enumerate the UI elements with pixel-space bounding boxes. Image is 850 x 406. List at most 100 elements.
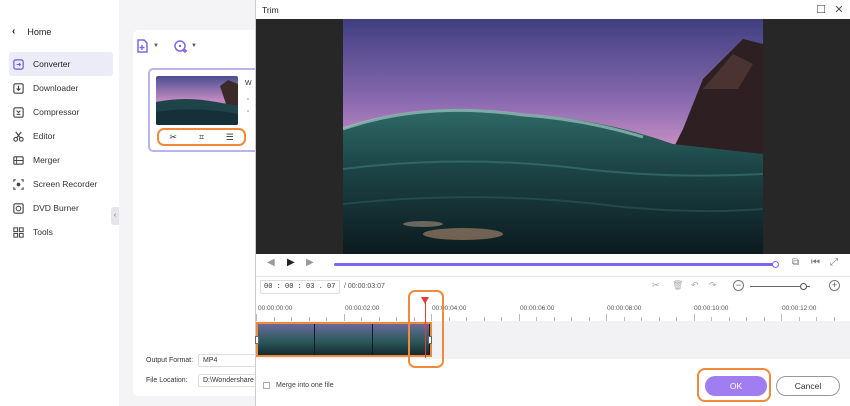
playhead-highlight — [408, 290, 444, 368]
preview-icon[interactable]: ⧉ — [792, 257, 799, 268]
undo-icon[interactable]: ↶ — [691, 280, 699, 291]
sidebar-nav: Converter Downloader Compressor Editor M… — [9, 52, 113, 244]
add-file-icon — [137, 39, 148, 53]
ruler-label: 00:00:08:00 — [607, 305, 642, 312]
merge-option[interactable]: Merge into one file — [263, 382, 334, 389]
output-format-select[interactable]: MP4 — [198, 354, 260, 367]
fullscreen-icon[interactable]: ⤢ — [830, 257, 838, 268]
load-dvd-button[interactable]: ▼ — [173, 38, 197, 54]
effects-icon[interactable]: ☰ — [223, 132, 237, 143]
file-name: W — [245, 80, 252, 87]
info-dot — [247, 98, 249, 100]
ruler-tick — [518, 314, 520, 321]
ruler-tick — [781, 314, 782, 321]
sidebar-item-label: Converter — [33, 59, 71, 69]
ruler-label: 00:00:12:00 — [782, 305, 817, 312]
file-location-field[interactable]: D:\Wondershare — [198, 374, 260, 387]
trim-start-handle[interactable] — [255, 336, 259, 344]
ruler-label: 00:00:02:00 — [345, 305, 380, 312]
next-frame-icon[interactable]: ▶ — [306, 257, 314, 268]
merge-label: Merge into one file — [276, 382, 334, 389]
file-location-label: File Location: — [146, 377, 188, 384]
wave-video-image — [343, 19, 763, 254]
sidebar: ‹ Home Converter Downloader Compressor E… — [0, 0, 119, 406]
output-format-label: Output Format: — [146, 357, 194, 364]
chevron-left-icon: ‹ — [12, 26, 16, 37]
play-icon[interactable]: ▶ — [287, 257, 295, 268]
total-duration: / 00:00:03:07 — [344, 283, 385, 290]
cancel-button[interactable]: Cancel — [776, 376, 840, 396]
editor-icon — [13, 131, 24, 142]
playback-controls: ◀ ▶ ▶ ⧉ ⏮ ⤢ — [256, 254, 850, 276]
wave-thumbnail-image — [156, 76, 238, 125]
collapse-sidebar-tab[interactable]: ‹ — [111, 207, 119, 225]
maximize-icon[interactable]: ☐ — [814, 3, 828, 17]
sidebar-item-label: Merger — [33, 155, 60, 165]
add-dvd-icon — [174, 40, 187, 53]
video-preview-area — [256, 19, 850, 254]
ruler-tick — [343, 314, 345, 321]
sidebar-item-compressor[interactable]: Compressor — [9, 100, 113, 124]
sidebar-item-downloader[interactable]: Downloader — [9, 76, 113, 100]
redo-icon[interactable]: ↷ — [709, 280, 717, 291]
home-label: Home — [27, 26, 52, 37]
progress-fill — [334, 263, 776, 266]
clip-frame — [258, 324, 316, 355]
converter-main: ▼ ▼ W ✂ ⌗ ☰ — [119, 0, 273, 406]
sidebar-item-label: Editor — [33, 131, 56, 141]
sidebar-item-tools[interactable]: Tools — [9, 220, 113, 244]
sidebar-item-label: Tools — [33, 227, 53, 237]
home-back-link[interactable]: ‹ Home — [12, 26, 51, 37]
ruler-tick — [256, 314, 257, 321]
ruler-label: 00:00:06:00 — [520, 305, 555, 312]
dropdown-arrow-icon: ▼ — [153, 43, 159, 49]
zoom-slider-knob[interactable] — [800, 283, 807, 290]
zoom-in-icon[interactable]: + — [829, 280, 840, 291]
converter-icon — [13, 58, 24, 70]
current-time-field[interactable]: 00 : 00 : 03 . 07 — [260, 280, 340, 294]
previous-frame-icon[interactable]: ◀ — [267, 257, 275, 268]
ruler-label: 00:00:00:00 — [258, 305, 293, 312]
screen-recorder-icon — [13, 178, 24, 190]
downloader-icon — [13, 82, 24, 94]
sidebar-item-editor[interactable]: Editor — [9, 124, 113, 148]
sidebar-item-label: DVD Burner — [33, 203, 79, 213]
ok-button[interactable]: OK — [705, 376, 767, 396]
dvd-burner-icon — [13, 202, 24, 214]
merger-icon — [13, 155, 24, 165]
timeline-ruler: 00:00:00:00 00:00:02:00 00:00:04:00 00:0… — [256, 299, 850, 321]
crop-icon[interactable]: ⌗ — [194, 132, 208, 143]
merge-checkbox[interactable] — [263, 382, 270, 389]
info-dot — [247, 110, 249, 112]
dialog-title: Trim — [262, 5, 279, 15]
clip-frame — [315, 324, 373, 355]
progress-knob[interactable] — [772, 261, 779, 268]
sidebar-item-label: Screen Recorder — [33, 179, 98, 189]
playback-progress[interactable] — [334, 261, 779, 268]
sidebar-item-merger[interactable]: Merger — [9, 148, 113, 172]
file-list-panel: ▼ ▼ W ✂ ⌗ ☰ — [133, 30, 273, 396]
video-thumbnail[interactable] — [156, 76, 238, 125]
dropdown-arrow-icon: ▼ — [191, 43, 197, 49]
ruler-tick — [693, 314, 695, 321]
video-clip[interactable] — [256, 322, 432, 357]
sidebar-item-screen-recorder[interactable]: Screen Recorder — [9, 172, 113, 196]
edit-tools-group: ✂ ⌗ ☰ — [157, 128, 246, 146]
divider — [256, 276, 850, 277]
sidebar-item-label: Downloader — [33, 83, 79, 93]
video-frame[interactable] — [343, 19, 763, 254]
trim-dialog: Trim ☐ ✕ ◀ ▶ ▶ ⧉ ⏮ ⤢ 00: 00: 03 . 07 /… — [255, 0, 850, 406]
close-icon[interactable]: ✕ — [832, 3, 846, 17]
zoom-out-icon[interactable]: − — [733, 280, 744, 291]
sidebar-item-converter[interactable]: Converter — [9, 52, 113, 76]
skip-back-icon[interactable]: ⏮ — [811, 257, 820, 268]
tools-icon — [13, 226, 24, 238]
ruler-label: 00:00:10:00 — [694, 305, 729, 312]
delete-icon[interactable]: 🗑 — [672, 280, 683, 291]
cut-icon[interactable]: ✂ — [652, 280, 660, 291]
ruler-tick — [606, 314, 607, 321]
scissors-icon[interactable]: ✂ — [166, 132, 180, 143]
sidebar-item-label: Compressor — [33, 107, 80, 117]
sidebar-item-dvd-burner[interactable]: DVD Burner — [9, 196, 113, 220]
add-files-button[interactable]: ▼ — [135, 38, 159, 54]
